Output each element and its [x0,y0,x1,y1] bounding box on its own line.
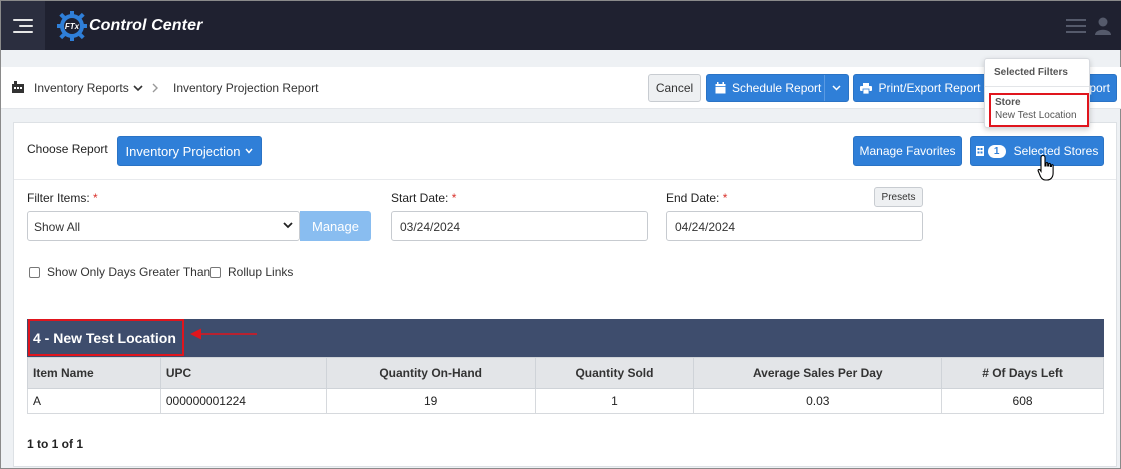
divider [14,179,1116,180]
gear-logo-icon: FTx [57,11,87,41]
stores-count-badge: 1 [987,144,1006,158]
store-filter-value: New Test Location [995,110,1077,121]
table-cell: 19 [325,388,536,414]
store-filter-entry: Store New Test Location [989,93,1089,127]
hamburger-icon [13,15,33,37]
start-date-label: Start Date: * [391,191,457,205]
app-title: Control Center [89,17,203,34]
column-header[interactable]: # Of Days Left [941,357,1104,389]
rollup-links-label: Rollup Links [228,265,294,279]
chevron-down-icon [245,148,253,154]
printer-icon [860,82,873,94]
divider [985,86,1089,87]
hand-cursor-icon [1037,154,1054,181]
end-date-label: End Date: * [666,191,728,205]
table-header-row: Item Name UPC Quantity On-Hand Quantity … [27,357,1104,389]
building-icon[interactable] [11,81,25,93]
selected-report-label: Inventory Projection [125,143,241,159]
pagination-status: 1 to 1 of 1 [27,437,84,451]
table-cell: A [27,388,161,414]
table-row[interactable]: A 000000001224 19 1 0.03 608 [27,388,1104,414]
column-header[interactable]: UPC [159,357,327,389]
table-cell: 0.03 [693,388,943,414]
checkbox-box[interactable] [29,266,40,278]
list-menu-icon[interactable] [1066,15,1086,37]
store-header-title: 4 - New Test Location [28,319,184,356]
show-days-checkbox[interactable]: Show Only Days Greater Than [29,265,210,279]
print-export-label: Print/Export Report [878,81,981,95]
start-date-input[interactable]: 03/24/2024 [391,211,648,241]
breadcrumb-inventory-reports[interactable]: Inventory Reports [34,81,143,95]
schedule-report-button[interactable]: Schedule Report [706,74,849,102]
table-cell: 000000001224 [159,388,327,414]
schedule-dropdown-toggle[interactable] [824,75,848,101]
show-days-label: Show Only Days Greater Than [47,265,211,279]
breadcrumb-section-label: Inventory Reports [34,81,129,95]
user-icon[interactable] [1094,16,1112,36]
chevron-down-icon [133,85,143,92]
menu-toggle-button[interactable] [1,1,45,50]
svg-text:FTx: FTx [65,22,80,31]
print-export-button[interactable]: Print/Export Report [853,74,988,102]
choose-report-dropdown[interactable]: Inventory Projection [117,136,262,166]
column-header[interactable]: Quantity On-Hand [325,357,536,389]
arrow-left-annotation [190,328,257,340]
manage-favorites-button[interactable]: Manage Favorites [853,136,962,166]
filter-items-label: Filter Items: * [27,191,98,205]
store-filter-key: Store [995,97,1021,108]
cancel-button[interactable]: Cancel [648,74,701,102]
column-header[interactable]: Quantity Sold [534,357,695,389]
choose-report-label: Choose Report [27,142,108,156]
chevron-right-icon [152,83,158,93]
app-logo[interactable]: FTx Control Center [57,11,202,41]
table-cell: 1 [534,388,695,414]
manage-button[interactable]: Manage [300,211,371,241]
column-header[interactable]: Average Sales Per Day [693,357,943,389]
popover-title: Selected Filters [994,67,1068,78]
report-card [13,122,1117,467]
report-table: Item Name UPC Quantity On-Hand Quantity … [27,357,1104,414]
rollup-links-checkbox[interactable]: Rollup Links [210,265,293,279]
column-header[interactable]: Item Name [27,357,161,389]
breadcrumb-current: Inventory Projection Report [173,81,319,95]
chevron-down-icon [832,85,841,91]
filter-items-select[interactable]: Show All [27,211,300,241]
chevron-down-icon [283,222,293,229]
filter-items-value: Show All [34,220,81,234]
selected-filters-popover: Selected Filters Store New Test Location [984,58,1090,128]
table-cell: 608 [941,388,1104,414]
presets-button[interactable]: Presets [874,187,923,207]
schedule-report-label: Schedule Report [732,81,822,95]
checkbox-box[interactable] [210,266,221,278]
end-date-input[interactable]: 04/24/2024 [666,211,923,241]
calendar-icon [715,82,726,94]
top-navbar: FTx Control Center [1,1,1121,50]
store-icon [975,146,984,156]
